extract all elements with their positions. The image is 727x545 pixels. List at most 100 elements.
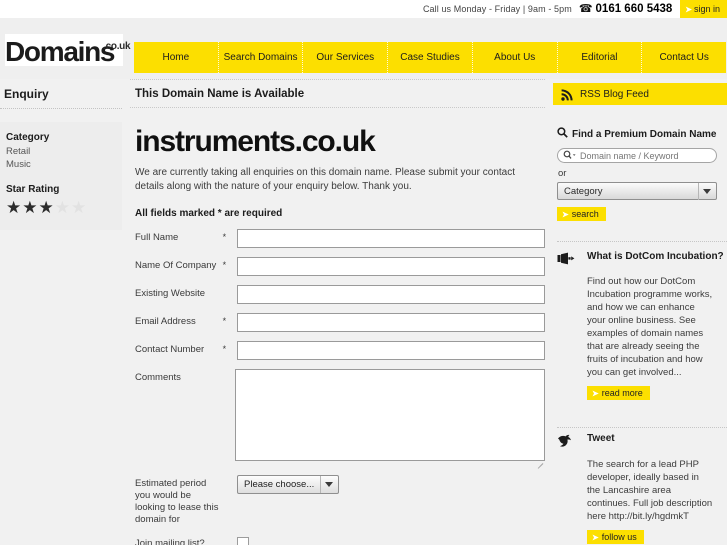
search-icon bbox=[557, 127, 568, 141]
sign-in-button[interactable]: ➤ sign in bbox=[680, 0, 727, 18]
label-company-name: Name Of Company bbox=[135, 260, 217, 271]
field-row-contact-number: Contact Number * bbox=[135, 341, 545, 360]
chevron-right-icon: ➤ bbox=[685, 4, 692, 14]
rss-icon bbox=[561, 88, 573, 101]
site-header: Domains .co.uk Home Search Domains Our Se… bbox=[0, 18, 727, 79]
required-marker-email-address: * bbox=[222, 316, 227, 326]
required-marker-contact-number: * bbox=[222, 344, 227, 354]
nav-item-search-domains[interactable]: Search Domains bbox=[219, 42, 304, 73]
contact-number-input[interactable] bbox=[236, 341, 545, 360]
domain-name-heading: instruments.co.uk bbox=[135, 125, 376, 158]
label-comments: Comments bbox=[135, 372, 181, 383]
nav-item-home[interactable]: Home bbox=[134, 42, 219, 73]
mailing-list-checkbox[interactable] bbox=[237, 537, 249, 545]
phone-icon: ☎ bbox=[578, 2, 593, 15]
required-marker-comments bbox=[221, 369, 235, 372]
rss-blog-feed-label: RSS Blog Feed bbox=[580, 88, 649, 100]
nav-item-editorial[interactable]: Editorial bbox=[558, 42, 643, 73]
company-name-input[interactable] bbox=[236, 257, 545, 276]
star-icon-4: ★ bbox=[54, 198, 70, 217]
read-more-label: read more bbox=[601, 388, 643, 398]
category-select[interactable]: Category bbox=[557, 182, 717, 200]
star-icon-5: ★ bbox=[71, 198, 87, 217]
label-full-name: Full Name bbox=[135, 232, 179, 243]
category-selected-value: Category bbox=[564, 185, 603, 197]
star-icon-1: ★ bbox=[6, 198, 22, 217]
domain-search-input[interactable]: Domain name / Keyword bbox=[557, 148, 717, 163]
logo-text: Domains bbox=[5, 36, 115, 68]
site-logo[interactable]: Domains .co.uk bbox=[5, 34, 131, 68]
page-title: This Domain Name is Available bbox=[130, 79, 545, 108]
category-item-music[interactable]: Music bbox=[6, 158, 116, 171]
search-field-icon bbox=[563, 147, 577, 165]
rss-blog-feed-button[interactable]: RSS Blog Feed bbox=[553, 83, 727, 105]
promo-tweet: Tweet The search for a lead PHP develope… bbox=[557, 433, 727, 545]
field-row-full-name: Full Name * bbox=[135, 229, 545, 248]
full-name-input[interactable] bbox=[236, 229, 545, 248]
main-nav: Home Search Domains Our Services Case St… bbox=[134, 42, 726, 73]
promo-body: Find out how our DotCom Incubation progr… bbox=[587, 276, 713, 378]
lease-period-select[interactable]: Please choose... bbox=[237, 475, 340, 494]
promo-dotcom-incubation: What is DotCom Incubation? Find out how … bbox=[557, 251, 727, 401]
sidebar-title-enquiry: Enquiry bbox=[0, 79, 122, 109]
twitter-bird-icon bbox=[557, 433, 579, 453]
sidebar-info-panel: Category Retail Music Star Rating ★ ★ ★ … bbox=[0, 122, 122, 230]
promo-title: Tweet bbox=[587, 433, 615, 444]
domain-search-placeholder: Domain name / Keyword bbox=[580, 150, 679, 161]
field-row-comments: Comments bbox=[135, 369, 545, 469]
main-content: This Domain Name is Available instrument… bbox=[130, 79, 545, 545]
promo-button-wrap: ➤ follow us bbox=[587, 523, 727, 545]
chevron-right-icon: ➤ bbox=[592, 532, 599, 542]
search-button[interactable]: ➤ search bbox=[557, 207, 606, 221]
top-bar: Call us Monday - Friday | 9am - 5pm ☎ 01… bbox=[0, 0, 727, 18]
promo-header: Tweet bbox=[557, 433, 727, 453]
phone-block: ☎ 0161 660 5438 bbox=[579, 3, 680, 15]
follow-us-label: follow us bbox=[601, 532, 637, 542]
right-sidebar: RSS Blog Feed Find a Premium Domain Name bbox=[553, 79, 727, 545]
phone-number: 0161 660 5438 bbox=[595, 3, 673, 15]
opening-hours-text: Call us Monday - Friday | 9am - 5pm bbox=[422, 4, 572, 14]
chevron-down-icon bbox=[320, 476, 337, 493]
field-row-lease-period: Estimated period you would be looking to… bbox=[135, 475, 545, 526]
chevron-right-icon: ➤ bbox=[592, 388, 599, 398]
logo-suffix: .co.uk bbox=[103, 41, 131, 52]
comments-textarea[interactable] bbox=[235, 369, 545, 461]
field-row-email-address: Email Address * bbox=[135, 313, 545, 332]
chevron-right-icon: ➤ bbox=[562, 209, 569, 219]
page-root: Call us Monday - Friday | 9am - 5pm ☎ 01… bbox=[0, 0, 727, 545]
read-more-button[interactable]: ➤ read more bbox=[587, 386, 650, 400]
follow-us-button[interactable]: ➤ follow us bbox=[587, 530, 644, 544]
label-lease-period: Estimated period you would be looking to… bbox=[135, 478, 219, 525]
nav-item-about-us[interactable]: About Us bbox=[473, 42, 558, 73]
left-sidebar: Enquiry Category Retail Music Star Ratin… bbox=[0, 79, 122, 545]
search-button-label: search bbox=[571, 209, 599, 219]
chevron-down-icon bbox=[698, 182, 715, 200]
star-icon-3: ★ bbox=[38, 198, 54, 217]
nav-item-contact-us[interactable]: Contact Us bbox=[642, 42, 726, 73]
label-mailing-list: Join mailing list? bbox=[135, 538, 205, 545]
field-row-existing-website: Existing Website bbox=[135, 285, 545, 304]
email-address-input[interactable] bbox=[236, 313, 545, 332]
find-premium-label: Find a Premium Domain Name bbox=[572, 128, 717, 140]
nav-item-our-services[interactable]: Our Services bbox=[303, 42, 389, 73]
megaphone-icon bbox=[557, 251, 579, 270]
label-existing-website: Existing Website bbox=[135, 288, 206, 299]
sidebar-divider-2 bbox=[557, 427, 727, 428]
comments-wrapper bbox=[235, 369, 545, 469]
enquiry-form: Full Name * Name Of Company * Existing W… bbox=[135, 229, 545, 545]
category-item-retail[interactable]: Retail bbox=[6, 145, 116, 158]
nav-item-case-studies[interactable]: Case Studies bbox=[388, 42, 473, 73]
required-marker-lease-period bbox=[223, 475, 237, 478]
premium-domain-search: Find a Premium Domain Name Domain name /… bbox=[557, 127, 723, 222]
promo-button-wrap: ➤ read more bbox=[587, 379, 727, 401]
or-separator-text: or bbox=[558, 168, 567, 179]
star-rating: ★ ★ ★ ★ ★ bbox=[6, 199, 116, 216]
promo-header: What is DotCom Incubation? bbox=[557, 251, 727, 270]
existing-website-input[interactable] bbox=[236, 285, 545, 304]
required-marker-existing-website bbox=[223, 285, 237, 288]
intro-paragraph: We are currently taking all enquiries on… bbox=[135, 167, 516, 192]
required-marker-company-name: * bbox=[222, 260, 227, 270]
promo-title: What is DotCom Incubation? bbox=[587, 251, 724, 262]
required-marker-full-name: * bbox=[222, 232, 227, 242]
sidebar-divider-1 bbox=[557, 241, 727, 242]
